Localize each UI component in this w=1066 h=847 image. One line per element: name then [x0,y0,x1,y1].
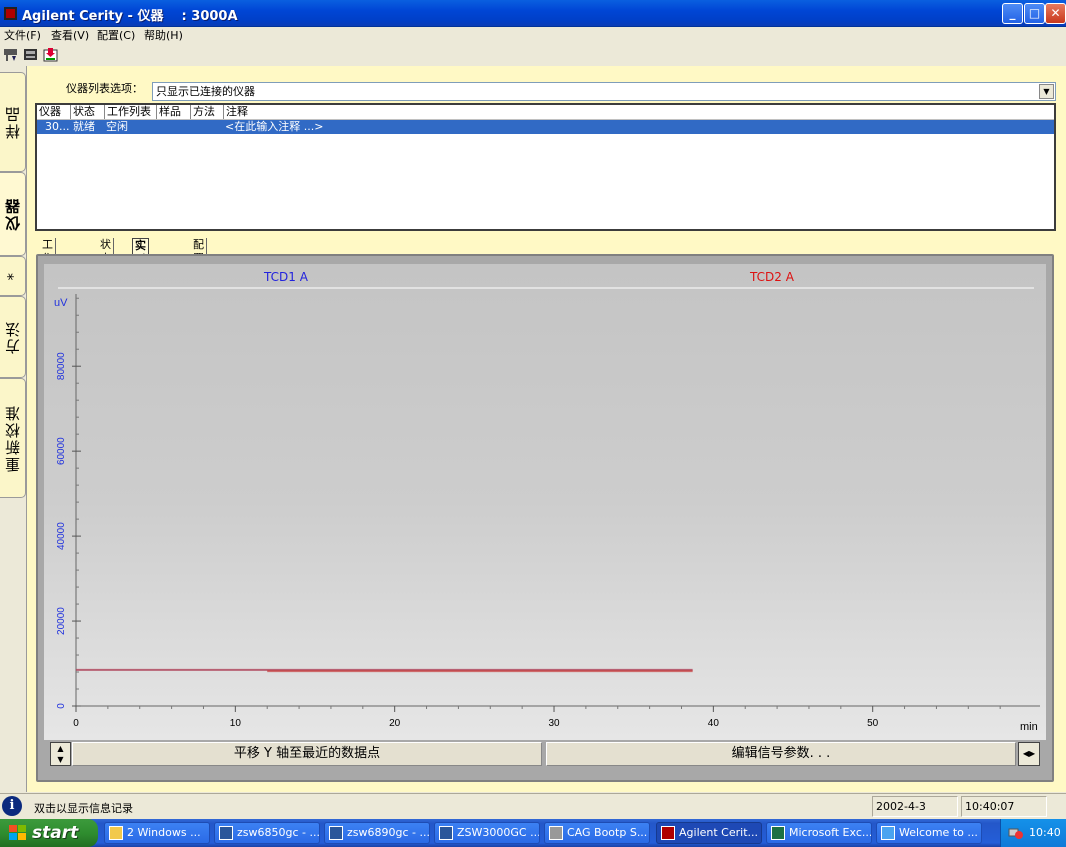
instrument-options-select[interactable]: 只显示已连接的仪器 ▼ [152,82,1056,101]
status-date: 2002-4-3 [872,796,958,817]
status-time: 10:40:07 [961,796,1047,817]
y-tick-label: 80000 [56,352,67,380]
menu-config[interactable]: 配置(C) [97,28,135,44]
column-header-worklist[interactable]: 工作列表 [105,105,157,119]
instrument-options-value: 只显示已连接的仪器 [156,85,255,98]
cerity-icon [661,826,675,840]
instrument-down-icon[interactable] [3,47,18,62]
list-item[interactable]: 30... 就绪 空闲 <在此输入注释 ...> [37,120,1054,134]
scroll-right-icon[interactable]: ▶ [1029,749,1035,758]
start-label: start [32,823,79,843]
status-bar: i 双击以显示信息记录 2002-4-3 10:40:07 [0,793,1066,819]
excel-icon [771,826,785,840]
tray-clock: 10:40 [1029,826,1061,839]
cell-instrument: 30... [45,120,70,133]
minimize-button[interactable]: _ [1002,3,1023,24]
column-header-status[interactable]: 状态 [71,105,105,119]
window-title: Agilent Cerity - 仪器 : 3000A [22,9,238,24]
toolbar [0,45,1066,65]
maximize-button[interactable]: □ [1024,3,1045,24]
x-tick-label: 0 [73,718,79,729]
taskbar-item-zsw3000gc[interactable]: ZSW3000GC ... [434,822,540,844]
load-method-icon[interactable] [43,47,58,62]
taskbar-item-zsw6890gc[interactable]: zsw6890gc - ... [324,822,430,844]
menu-help[interactable]: 帮助(H) [144,28,183,44]
cell-worklist: 空闲 [106,120,128,133]
windows-logo-icon [9,825,26,840]
taskbar-item-zsw6850gc[interactable]: zsw6850gc - ... [214,822,320,844]
app-icon [549,826,563,840]
edit-signal-button[interactable]: 编辑信号参数. . . [546,742,1016,766]
column-header-instrument[interactable]: 仪器 [37,105,71,119]
side-tab-samples[interactable]: 样品 [0,72,26,172]
cell-status: 就绪 [73,120,95,133]
word-icon [439,826,453,840]
pan-y-button[interactable]: 平移 Y 轴至最近的数据点 [72,742,542,766]
column-header-method[interactable]: 方法 [191,105,224,119]
title-bar[interactable]: Agilent Cerity - 仪器 : 3000A _ □ ✕ [0,0,1066,27]
taskbar: start 2 Windows ... zsw6850gc - ... zsw6… [0,819,1066,847]
x-tick-label: 30 [548,718,560,729]
start-button[interactable]: start [0,819,98,847]
x-tick-label: 40 [708,718,720,729]
dropdown-arrow-icon[interactable]: ▼ [1039,84,1054,99]
taskbar-item-welcome[interactable]: Welcome to ... [876,822,982,844]
menu-file[interactable]: 文件(F) [4,28,41,44]
y-tick-label: 60000 [56,437,67,465]
taskbar-item-cag-bootp[interactable]: CAG Bootp S... [544,822,650,844]
side-tab-recalibrate[interactable]: 重新校准 [0,378,26,498]
side-tab-instruments[interactable]: 仪器 [0,172,26,256]
side-tab-method[interactable]: 方法 [0,296,26,378]
close-button[interactable]: ✕ [1045,3,1066,24]
y-axis-label: uV [54,297,68,309]
taskbar-item-excel[interactable]: Microsoft Exc... [766,822,872,844]
y-tick-label: 20000 [56,607,67,635]
x-scroll-spinner[interactable]: ◀▶ [1018,742,1040,766]
instrument-icon[interactable] [23,47,38,62]
column-header-comment[interactable]: 注释 [224,105,304,119]
instrument-list[interactable]: 仪器 状态 工作列表 样品 方法 注释 30... 就绪 空闲 <在此输入注释 … [35,103,1056,231]
menu-bar: 文件(F) 查看(V) 配置(C) 帮助(H) [0,27,1066,45]
app-icon[interactable] [4,7,17,20]
x-tick-label: 50 [867,718,879,729]
spin-up-icon[interactable]: ▲ [57,744,63,753]
y-tick-label: 0 [56,703,67,709]
word-icon [329,826,343,840]
x-axis-label: min [1020,721,1038,733]
cell-comment[interactable]: <在此输入注释 ...> [225,120,323,134]
x-tick-label: 10 [230,718,242,729]
folder-icon [109,826,123,840]
side-tab-star[interactable]: * [0,256,26,296]
column-header-sample[interactable]: 样品 [157,105,191,119]
instrument-options-label: 仪器列表选项： [66,82,143,95]
chart[interactable]: 0 10 20 30 40 50 0 20000 40000 60000 80000 uV min [44,264,1046,740]
word-icon [219,826,233,840]
x-tick-label: 20 [389,718,401,729]
y-tick-label: 40000 [56,522,67,550]
info-icon[interactable]: i [2,796,22,816]
list-header: 仪器 状态 工作列表 样品 方法 注释 [37,105,1054,120]
spin-down-icon[interactable]: ▼ [57,755,63,764]
system-tray: 10:40 [1000,819,1066,847]
taskbar-item-windows[interactable]: 2 Windows ... [104,822,210,844]
taskbar-item-agilent-cerity[interactable]: Agilent Cerit... [656,822,762,844]
ie-icon [881,826,895,840]
menu-view[interactable]: 查看(V) [51,28,89,44]
status-message[interactable]: 双击以显示信息记录 [34,800,133,816]
network-icon[interactable] [1008,826,1024,840]
y-scale-spinner[interactable]: ▲ ▼ [50,742,71,766]
